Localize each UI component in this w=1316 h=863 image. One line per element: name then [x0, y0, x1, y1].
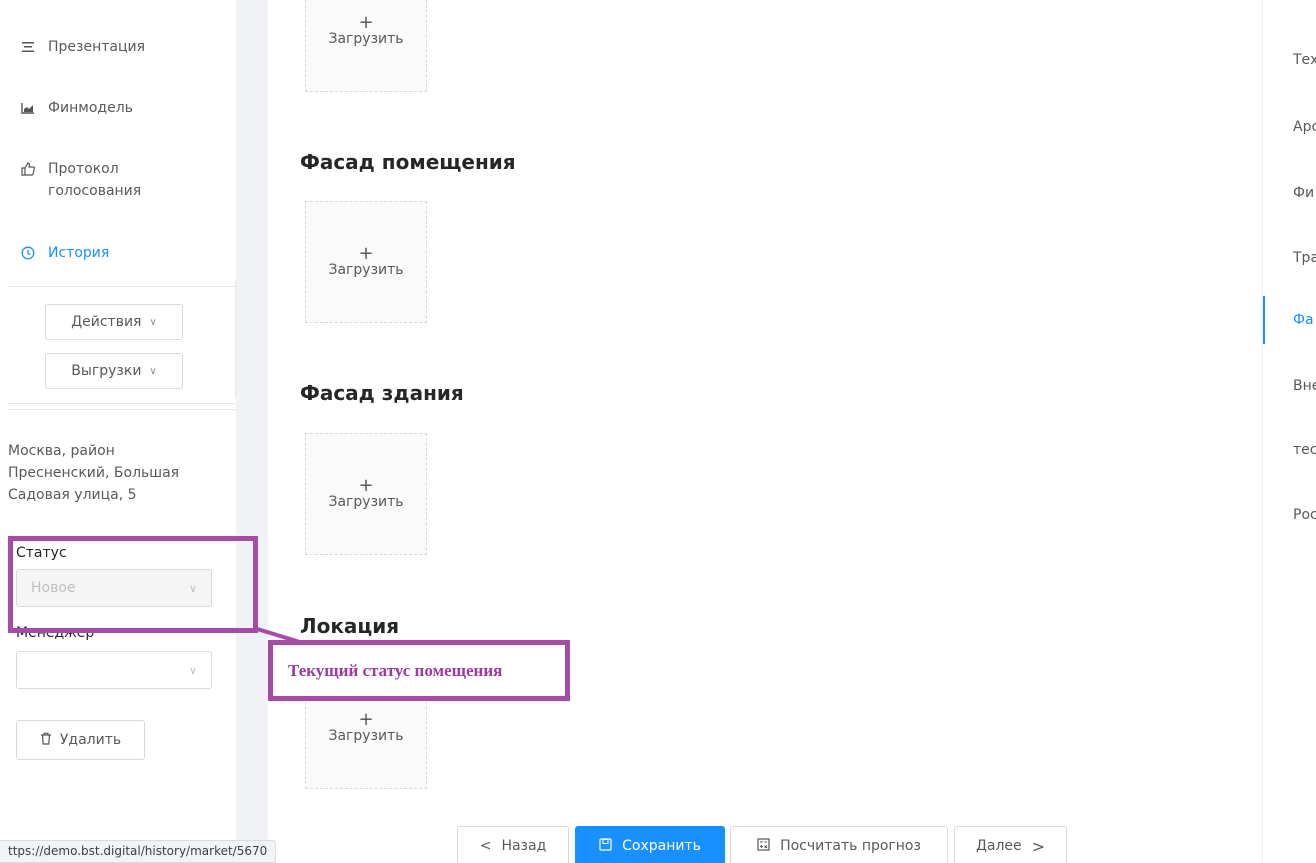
forecast-button[interactable]: Посчитать прогноз — [730, 826, 948, 863]
content-gutter — [236, 0, 268, 863]
manager-select[interactable]: ∨ — [16, 651, 212, 689]
delete-button[interactable]: Удалить — [16, 720, 145, 760]
divider — [8, 286, 235, 287]
anchor-item[interactable]: Фи — [1293, 185, 1314, 201]
trash-icon — [40, 732, 52, 749]
anchor-item[interactable]: Тра — [1293, 250, 1316, 266]
status-bar-url: ttps://demo.bst.digital/history/market/5… — [0, 840, 277, 863]
exports-dropdown[interactable]: Выгрузки ∨ — [45, 353, 183, 389]
upload-button[interactable]: + Загрузить — [305, 433, 427, 555]
save-button[interactable]: Сохранить — [575, 826, 725, 863]
anchor-active-indicator — [1263, 296, 1265, 344]
like-icon — [20, 158, 36, 180]
chevron-down-icon: ∨ — [188, 663, 197, 677]
anchor-item[interactable]: тес — [1293, 442, 1316, 458]
plus-icon: + — [358, 243, 374, 264]
anchor-item-active[interactable]: Фа — [1293, 312, 1314, 328]
section-title: Локация — [300, 614, 400, 638]
upload-button[interactable]: + Загрузить — [305, 201, 427, 323]
actions-label: Действия — [71, 314, 142, 330]
plus-icon: + — [358, 475, 374, 496]
clock-icon — [20, 242, 36, 264]
divider — [8, 409, 235, 410]
upload-label: Загрузить — [328, 31, 404, 47]
left-sidebar: Презентация Финмодель Протокол голосован… — [0, 0, 236, 863]
chevron-down-icon: ∨ — [149, 365, 157, 377]
sidebar-item-label: Презентация — [48, 39, 146, 55]
back-button[interactable]: < Назад — [457, 826, 569, 863]
next-label: Далее — [975, 838, 1022, 854]
forecast-label: Посчитать прогноз — [780, 838, 921, 854]
upload-label: Загрузить — [328, 728, 404, 744]
annotation-highlight — [8, 536, 258, 633]
anchor-item[interactable]: Тех — [1293, 52, 1316, 68]
next-button[interactable]: Далее > — [954, 826, 1067, 863]
save-label: Сохранить — [622, 838, 701, 854]
sidebar-item-label: История — [48, 245, 110, 261]
chevron-right-icon: > — [1031, 836, 1046, 856]
plus-icon: + — [358, 709, 374, 730]
plus-icon: + — [358, 12, 374, 33]
annotation-callout: Текущий статус помещения — [268, 640, 570, 701]
anchor-item[interactable]: Рос — [1293, 507, 1316, 523]
sidebar-item-finmodel[interactable]: Финмодель — [20, 97, 133, 119]
sidebar-item-presentation[interactable]: Презентация — [20, 36, 145, 58]
section-title: Фасад помещения — [300, 150, 516, 174]
delete-label: Удалить — [59, 732, 122, 748]
save-icon — [599, 837, 612, 855]
calculator-icon — [757, 837, 770, 855]
area-chart-icon — [20, 97, 36, 119]
chevron-left-icon: < — [479, 838, 492, 854]
anchor-nav: Тех Арс Фи Тра Фа Вне тес Рос — [1262, 0, 1316, 863]
annotation-text: Текущий статус помещения — [288, 660, 503, 680]
sidebar-item-label: Протокол голосования — [48, 161, 142, 199]
section-title: Фасад здания — [300, 381, 464, 405]
property-address: Москва, район Пресненский, Большая Садов… — [8, 443, 180, 503]
upload-label: Загрузить — [328, 262, 404, 278]
chevron-down-icon: ∨ — [149, 316, 157, 328]
anchor-item[interactable]: Вне — [1293, 378, 1316, 394]
back-label: Назад — [501, 838, 547, 854]
actions-dropdown[interactable]: Действия ∨ — [45, 304, 183, 340]
exports-label: Выгрузки — [71, 363, 142, 379]
anchor-item[interactable]: Арс — [1293, 119, 1316, 135]
divider — [8, 403, 235, 404]
sidebar-item-voting-protocol[interactable]: Протокол голосования — [20, 158, 220, 202]
sidebar-item-history[interactable]: История — [20, 242, 109, 264]
upload-label: Загрузить — [328, 494, 404, 510]
upload-button[interactable]: + Загрузить — [305, 0, 427, 92]
presentation-icon — [20, 36, 36, 58]
sidebar-item-label: Финмодель — [48, 100, 133, 116]
